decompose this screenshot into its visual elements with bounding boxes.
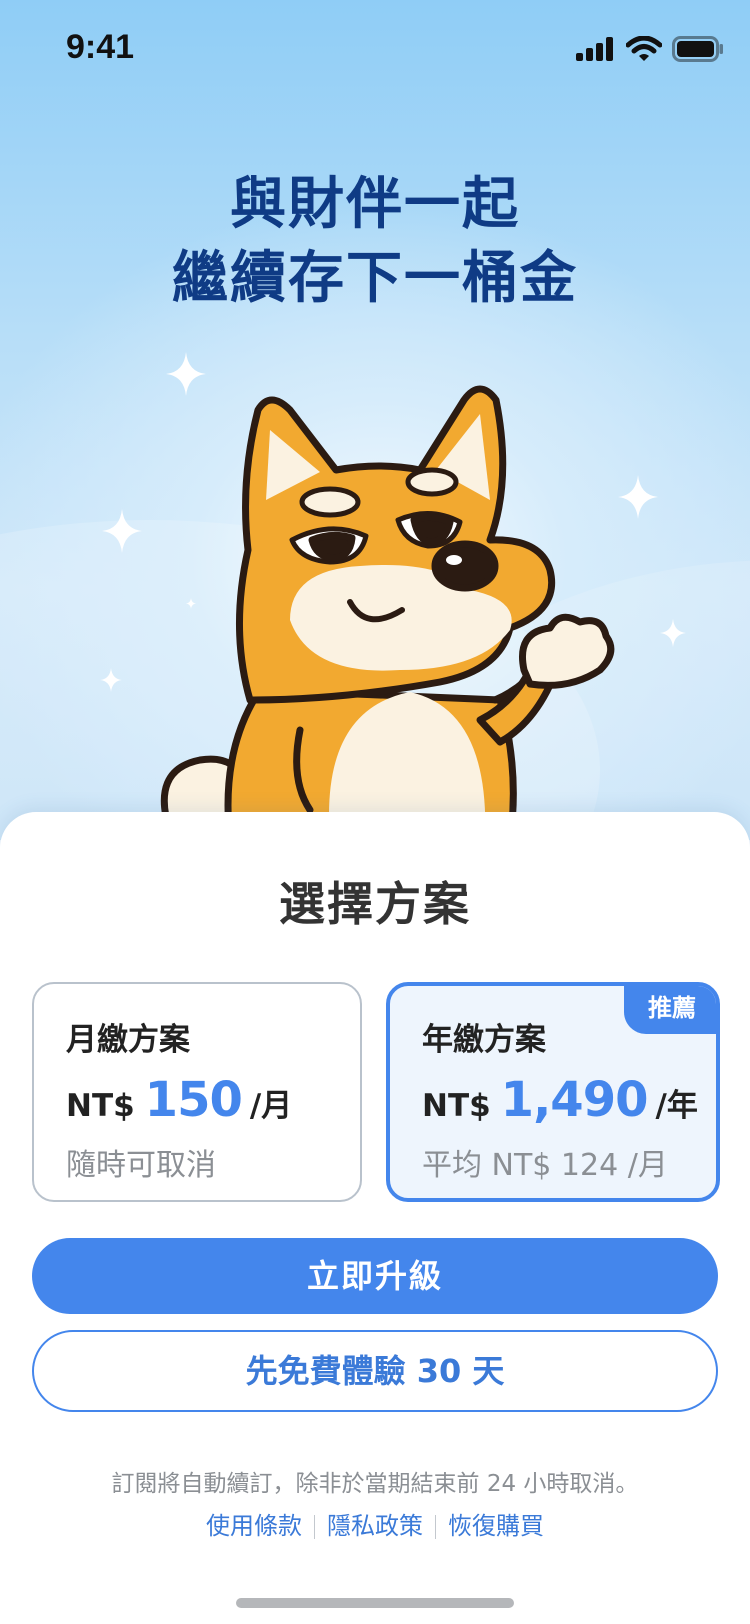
restore-purchase-link[interactable]: 恢復購買 bbox=[448, 1512, 544, 1540]
link-divider bbox=[435, 1515, 436, 1539]
plan-name: 月繳方案 bbox=[66, 1022, 190, 1058]
upgrade-button[interactable]: 立即升級 bbox=[32, 1238, 718, 1314]
auto-renew-disclaimer: 訂閱將自動續訂，除非於當期結束前 24 小時取消。 bbox=[111, 1471, 639, 1497]
hero-headline: 與財伴一起 繼續存下一桶金 bbox=[0, 168, 750, 316]
plan-card-monthly[interactable]: 月繳方案 NT$ 150 /月 隨時可取消 bbox=[32, 982, 362, 1202]
status-bar: 9:41 bbox=[0, 0, 750, 100]
price-currency: NT$ bbox=[422, 1088, 491, 1124]
sheet-title: 選擇方案 bbox=[279, 877, 471, 931]
recommended-badge: 推薦 bbox=[624, 986, 716, 1034]
plan-name: 年繳方案 bbox=[422, 1022, 546, 1058]
price-period: /年 bbox=[655, 1088, 698, 1124]
home-indicator bbox=[236, 1598, 514, 1608]
status-icons bbox=[576, 36, 724, 62]
shiba-mascot-illustration bbox=[156, 385, 615, 840]
price-amount: 150 bbox=[144, 1072, 243, 1128]
price-amount: 1,490 bbox=[500, 1072, 649, 1128]
headline-line-1: 與財伴一起 bbox=[230, 172, 520, 237]
link-divider bbox=[314, 1515, 315, 1539]
plan-price: NT$ 150 /月 bbox=[66, 1072, 292, 1128]
hero-banner: 與財伴一起 繼續存下一桶金 9:41 bbox=[0, 0, 750, 840]
plan-note: 隨時可取消 bbox=[66, 1148, 216, 1183]
privacy-policy-link[interactable]: 隱私政策 bbox=[327, 1512, 423, 1540]
sparkle-icon bbox=[100, 668, 122, 692]
plan-note: 平均 NT$ 124 /月 bbox=[422, 1148, 668, 1183]
battery-icon bbox=[672, 36, 723, 62]
price-currency: NT$ bbox=[66, 1088, 135, 1124]
cellular-signal-icon bbox=[576, 37, 613, 61]
price-period: /月 bbox=[249, 1088, 293, 1124]
plan-card-annual[interactable]: 推薦 年繳方案 NT$ 1,490 /年 平均 NT$ 124 /月 bbox=[386, 982, 720, 1202]
wifi-icon bbox=[626, 36, 662, 61]
sparkle-icon bbox=[660, 618, 686, 648]
footer-links: 使用條款 隱私政策 恢復購買 bbox=[0, 1506, 750, 1541]
headline-line-2: 繼續存下一桶金 bbox=[172, 246, 578, 311]
free-trial-button[interactable]: 先免費體驗 30 天 bbox=[32, 1330, 718, 1412]
plan-price: NT$ 1,490 /年 bbox=[422, 1072, 698, 1128]
sparkle-icon bbox=[102, 509, 142, 553]
terms-of-use-link[interactable]: 使用條款 bbox=[206, 1512, 302, 1540]
status-time: 9:41 bbox=[66, 28, 135, 66]
